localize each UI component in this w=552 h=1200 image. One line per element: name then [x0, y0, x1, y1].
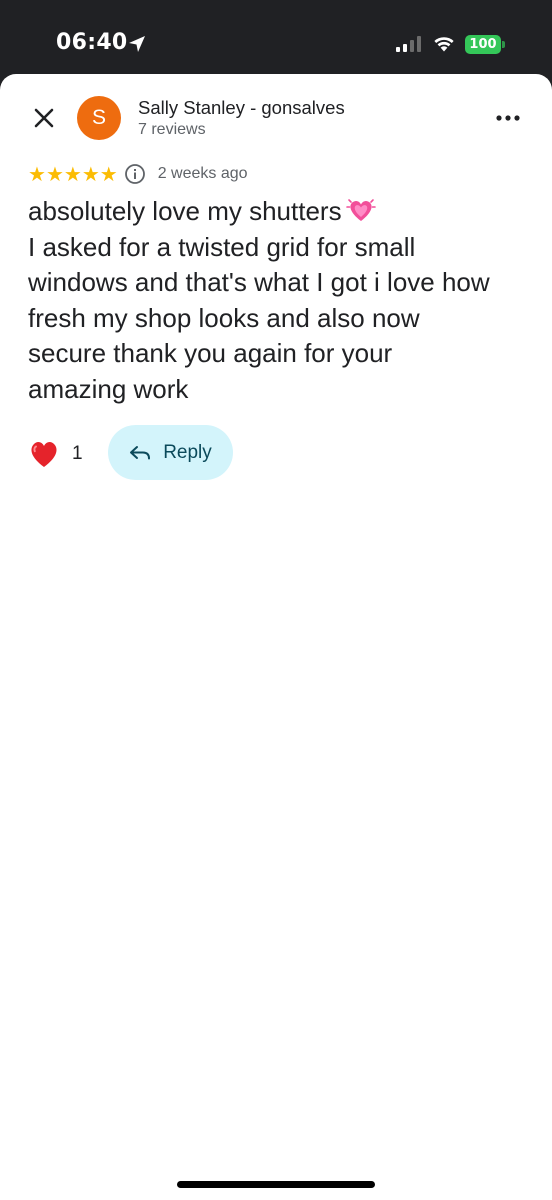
rating-row: ★ ★ ★ ★ ★ 2 weeks ago	[28, 162, 248, 186]
review-line: amazing work	[28, 373, 189, 404]
reviewer-name[interactable]: Sally Stanley - gonsalves	[138, 97, 345, 119]
more-options-button[interactable]	[490, 100, 526, 136]
status-bar: 06:40 100	[0, 0, 552, 74]
battery-cap	[502, 41, 505, 48]
review-line: fresh my shop looks and also now	[28, 302, 420, 333]
star-icon: ★	[99, 162, 118, 186]
review-line: absolutely love my shutters	[28, 194, 533, 230]
star-icon: ★	[63, 162, 82, 186]
wifi-icon	[434, 37, 454, 52]
close-button[interactable]	[26, 100, 62, 136]
reply-icon	[130, 445, 151, 459]
review-date: 2 weeks ago	[157, 165, 248, 182]
star-icon: ★	[45, 162, 64, 186]
like-count: 1	[72, 443, 83, 464]
review-line: secure thank you again for your	[28, 338, 393, 368]
reviewer-review-count: 7 reviews	[138, 121, 206, 138]
review-line: windows and that's what I got i love how	[28, 267, 490, 297]
heart-icon[interactable]	[28, 439, 60, 469]
review-line: I asked for a twisted grid for small	[28, 231, 416, 262]
home-indicator[interactable]	[177, 1181, 375, 1188]
beating-heart-emoji-icon	[345, 199, 376, 222]
review-text: absolutely love my shutters I asked for …	[28, 194, 533, 407]
cellular-signal-icon	[396, 36, 421, 52]
location-arrow-icon	[129, 36, 145, 52]
reply-button[interactable]: Reply	[108, 425, 233, 480]
status-time: 06:40	[56, 30, 128, 55]
like-button[interactable]: 1	[28, 436, 83, 472]
more-horizontal-icon	[496, 115, 520, 121]
star-icon: ★	[81, 162, 100, 186]
battery-icon: 100	[465, 35, 501, 54]
reply-label: Reply	[163, 441, 212, 463]
review-sheet: S Sally Stanley - gonsalves 7 reviews ★ …	[0, 74, 552, 1200]
close-icon	[34, 108, 54, 128]
info-icon[interactable]	[124, 163, 146, 185]
avatar[interactable]: S	[77, 96, 121, 140]
star-icon: ★	[28, 162, 46, 186]
